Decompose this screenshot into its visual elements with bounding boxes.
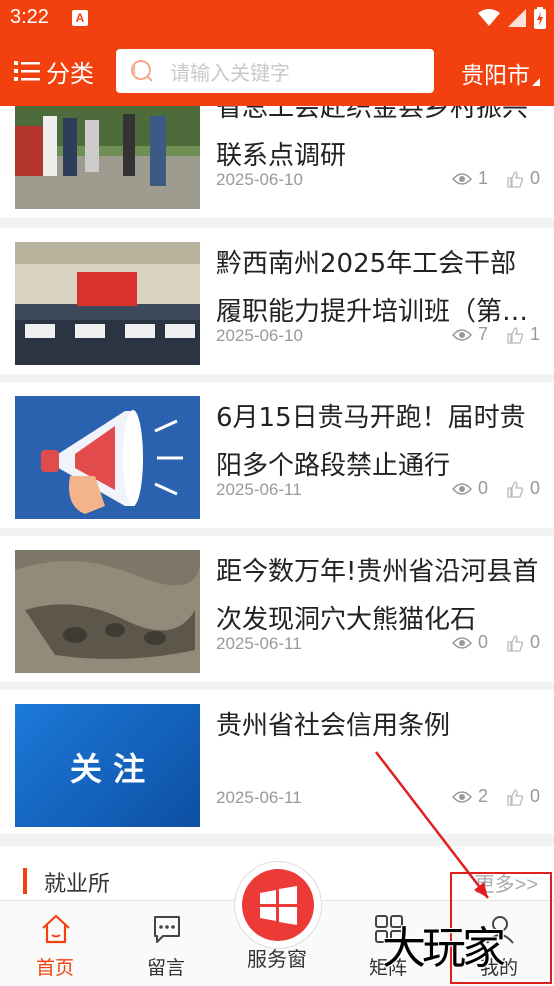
watermark: 大玩家 [382, 923, 506, 974]
annotation-arrow [375, 751, 489, 899]
